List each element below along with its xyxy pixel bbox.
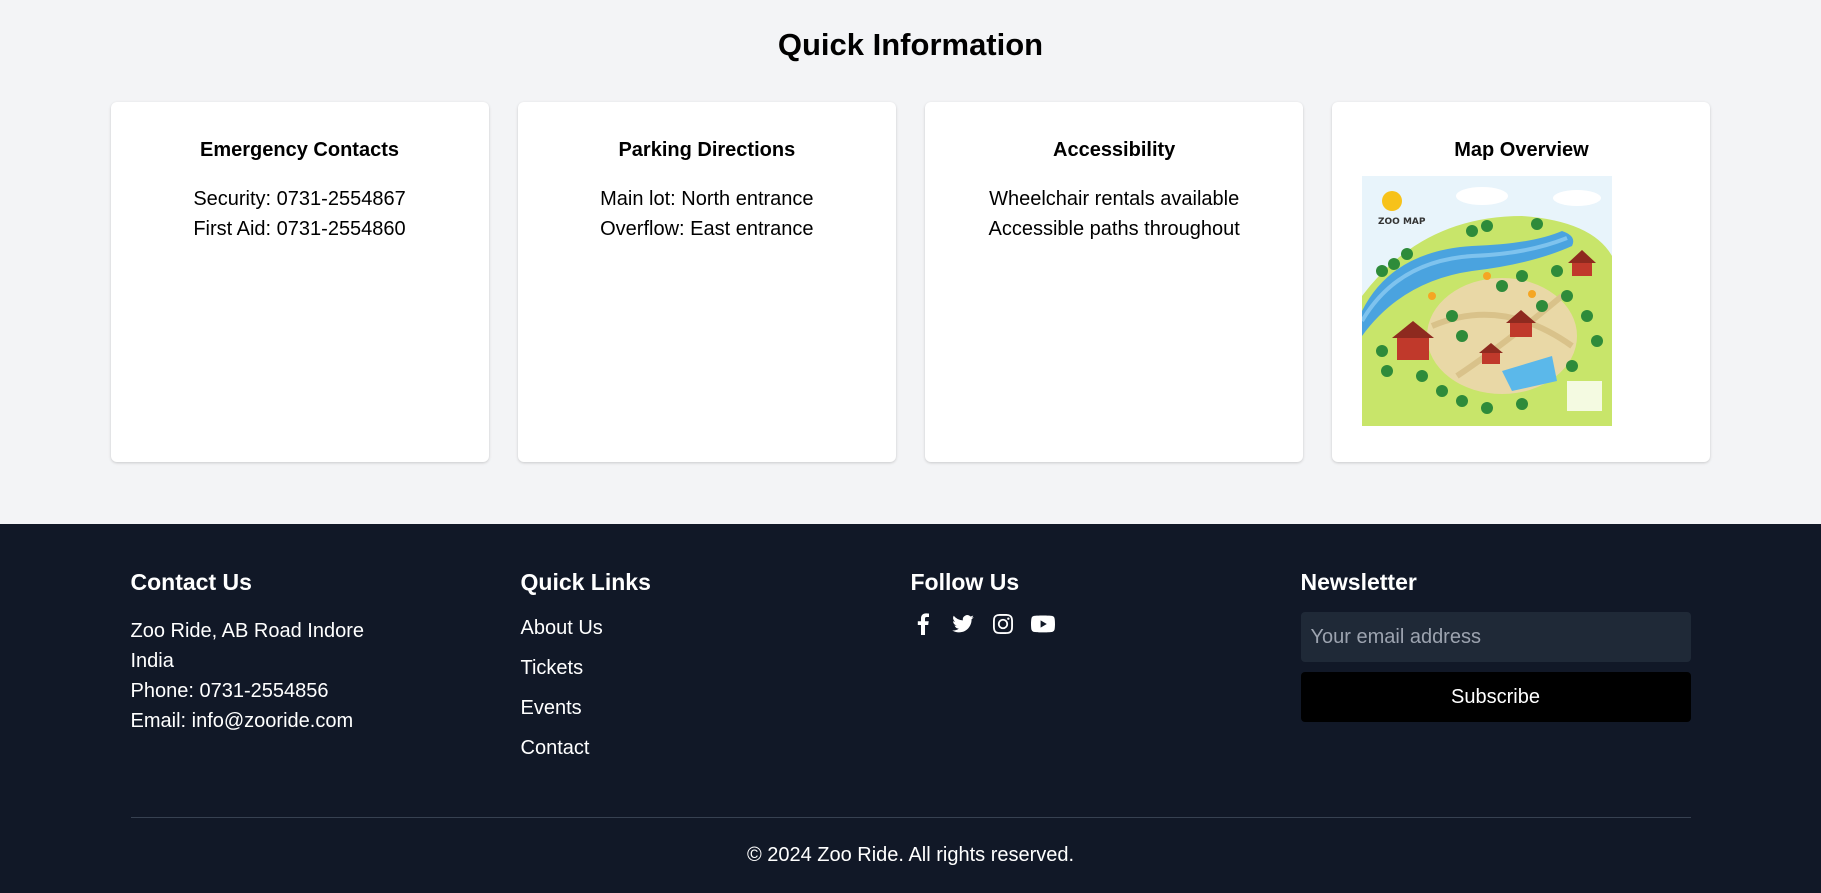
card-title: Parking Directions bbox=[618, 139, 796, 161]
quick-info-section: Quick Information Emergency Contacts Sec… bbox=[0, 0, 1821, 524]
main-lot-text: Main lot: North entrance bbox=[600, 188, 814, 210]
footer-quick-links: Quick Links About Us Tickets Events Cont… bbox=[521, 566, 911, 776]
map-logo-text: ZOO MAP bbox=[1378, 217, 1426, 227]
footer-divider bbox=[130, 817, 1691, 818]
card-map-overview: Map Overview ZOO MAP bbox=[1332, 102, 1711, 462]
twitter-icon[interactable] bbox=[951, 612, 975, 636]
card-parking-directions: Parking Directions Main lot: North entra… bbox=[517, 102, 896, 462]
card-title: Emergency Contacts bbox=[200, 139, 399, 161]
quick-links-heading: Quick Links bbox=[520, 569, 651, 595]
first-aid-phone: First Aid: 0731-2554860 bbox=[193, 218, 406, 240]
section-title: Quick Information bbox=[777, 27, 1044, 62]
card-accessibility: Accessibility Wheelchair rentals availab… bbox=[925, 102, 1304, 462]
instagram-icon[interactable] bbox=[991, 612, 1015, 636]
link-contact[interactable]: Contact bbox=[521, 736, 911, 760]
newsletter-heading: Newsletter bbox=[1300, 569, 1417, 595]
footer-newsletter: Newsletter Subscribe bbox=[1300, 566, 1691, 776]
footer-contact: Contact Us Zoo Ride, AB Road Indore Indi… bbox=[131, 566, 521, 776]
link-tickets[interactable]: Tickets bbox=[521, 656, 911, 680]
subscribe-button[interactable]: Subscribe bbox=[1300, 672, 1691, 722]
link-events[interactable]: Events bbox=[521, 696, 911, 720]
overflow-text: Overflow: East entrance bbox=[600, 218, 814, 240]
card-emergency-contacts: Emergency Contacts Security: 0731-255486… bbox=[110, 102, 489, 462]
facebook-icon[interactable] bbox=[911, 612, 935, 636]
paths-text: Accessible paths throughout bbox=[988, 218, 1240, 240]
card-title: Accessibility bbox=[1053, 139, 1176, 161]
copyright-text: © 2024 Zoo Ride. All rights reserved. bbox=[746, 844, 1075, 866]
footer-follow: Follow Us bbox=[911, 566, 1301, 776]
footer-columns: Contact Us Zoo Ride, AB Road Indore Indi… bbox=[131, 566, 1691, 776]
contact-phone: Phone: 0731-2554856 bbox=[130, 680, 329, 702]
contact-heading: Contact Us bbox=[130, 569, 252, 595]
youtube-icon[interactable] bbox=[1030, 612, 1055, 636]
social-icons bbox=[911, 612, 1301, 636]
link-about-us[interactable]: About Us bbox=[521, 616, 911, 640]
newsletter-email-input[interactable] bbox=[1300, 612, 1691, 662]
follow-heading: Follow Us bbox=[910, 569, 1020, 595]
zoo-map-image[interactable]: ZOO MAP bbox=[1362, 176, 1613, 426]
wheelchair-text: Wheelchair rentals available bbox=[989, 188, 1240, 210]
info-cards: Emergency Contacts Security: 0731-255486… bbox=[110, 102, 1711, 462]
security-phone: Security: 0731-2554867 bbox=[193, 188, 406, 210]
contact-address: Zoo Ride, AB Road Indore bbox=[130, 620, 364, 642]
card-title: Map Overview bbox=[1454, 139, 1589, 161]
contact-email: Email: info@zooride.com bbox=[130, 710, 354, 732]
contact-country: India bbox=[130, 650, 174, 672]
site-footer: Contact Us Zoo Ride, AB Road Indore Indi… bbox=[0, 524, 1821, 893]
